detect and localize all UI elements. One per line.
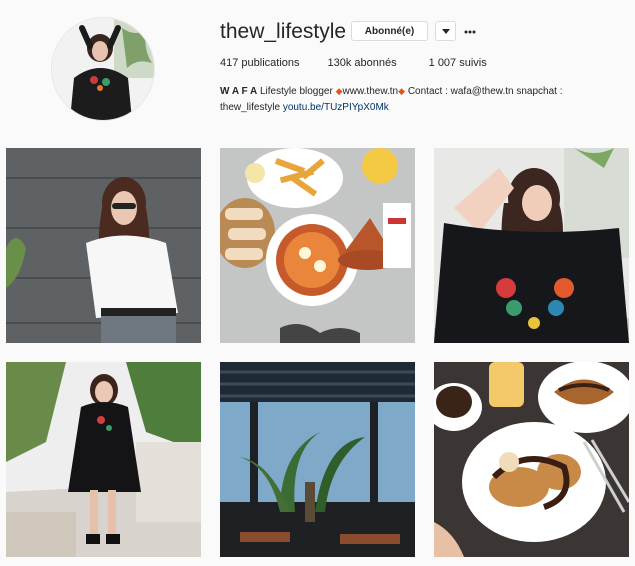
follow-button[interactable]: Abonné(e)	[351, 21, 428, 41]
bio-website: www.thew.tn	[342, 86, 399, 97]
following-count[interactable]: 1 007 suivis	[429, 57, 487, 69]
ellipsis-icon	[464, 21, 476, 39]
post-thumbnail[interactable]	[6, 362, 201, 557]
profile-stats: 417 publications 130k abonnés 1 007 suiv…	[220, 57, 487, 69]
profile-username: thew_lifestyle	[220, 20, 347, 43]
profile-bio: W A F A Lifestyle blogger ◆www.thew.tn◆ …	[220, 83, 610, 116]
post-thumbnail[interactable]	[434, 362, 629, 557]
suggestions-dropdown-button[interactable]	[435, 21, 456, 41]
bio-text: Lifestyle blogger	[260, 86, 333, 97]
profile-avatar[interactable]	[52, 18, 154, 120]
diamond-icon: ◆	[398, 86, 406, 96]
post-thumbnail[interactable]	[6, 148, 201, 343]
bio-handle: thew_lifestyle	[220, 102, 281, 113]
bio-contact: Contact : wafa@thew.tn snapchat :	[407, 86, 563, 97]
posts-count: 417 publications	[220, 57, 300, 69]
followers-count[interactable]: 130k abonnés	[328, 57, 397, 69]
more-options-button[interactable]	[462, 22, 478, 38]
diamond-icon: ◆	[335, 86, 343, 96]
bio-link[interactable]: youtu.be/TUzPIYpX0Mk	[283, 102, 389, 113]
post-thumbnail[interactable]	[220, 148, 415, 343]
caret-down-icon	[441, 22, 450, 40]
post-thumbnail[interactable]	[434, 148, 629, 343]
post-thumbnail[interactable]	[220, 362, 415, 557]
bio-name: W A F A	[220, 86, 258, 97]
